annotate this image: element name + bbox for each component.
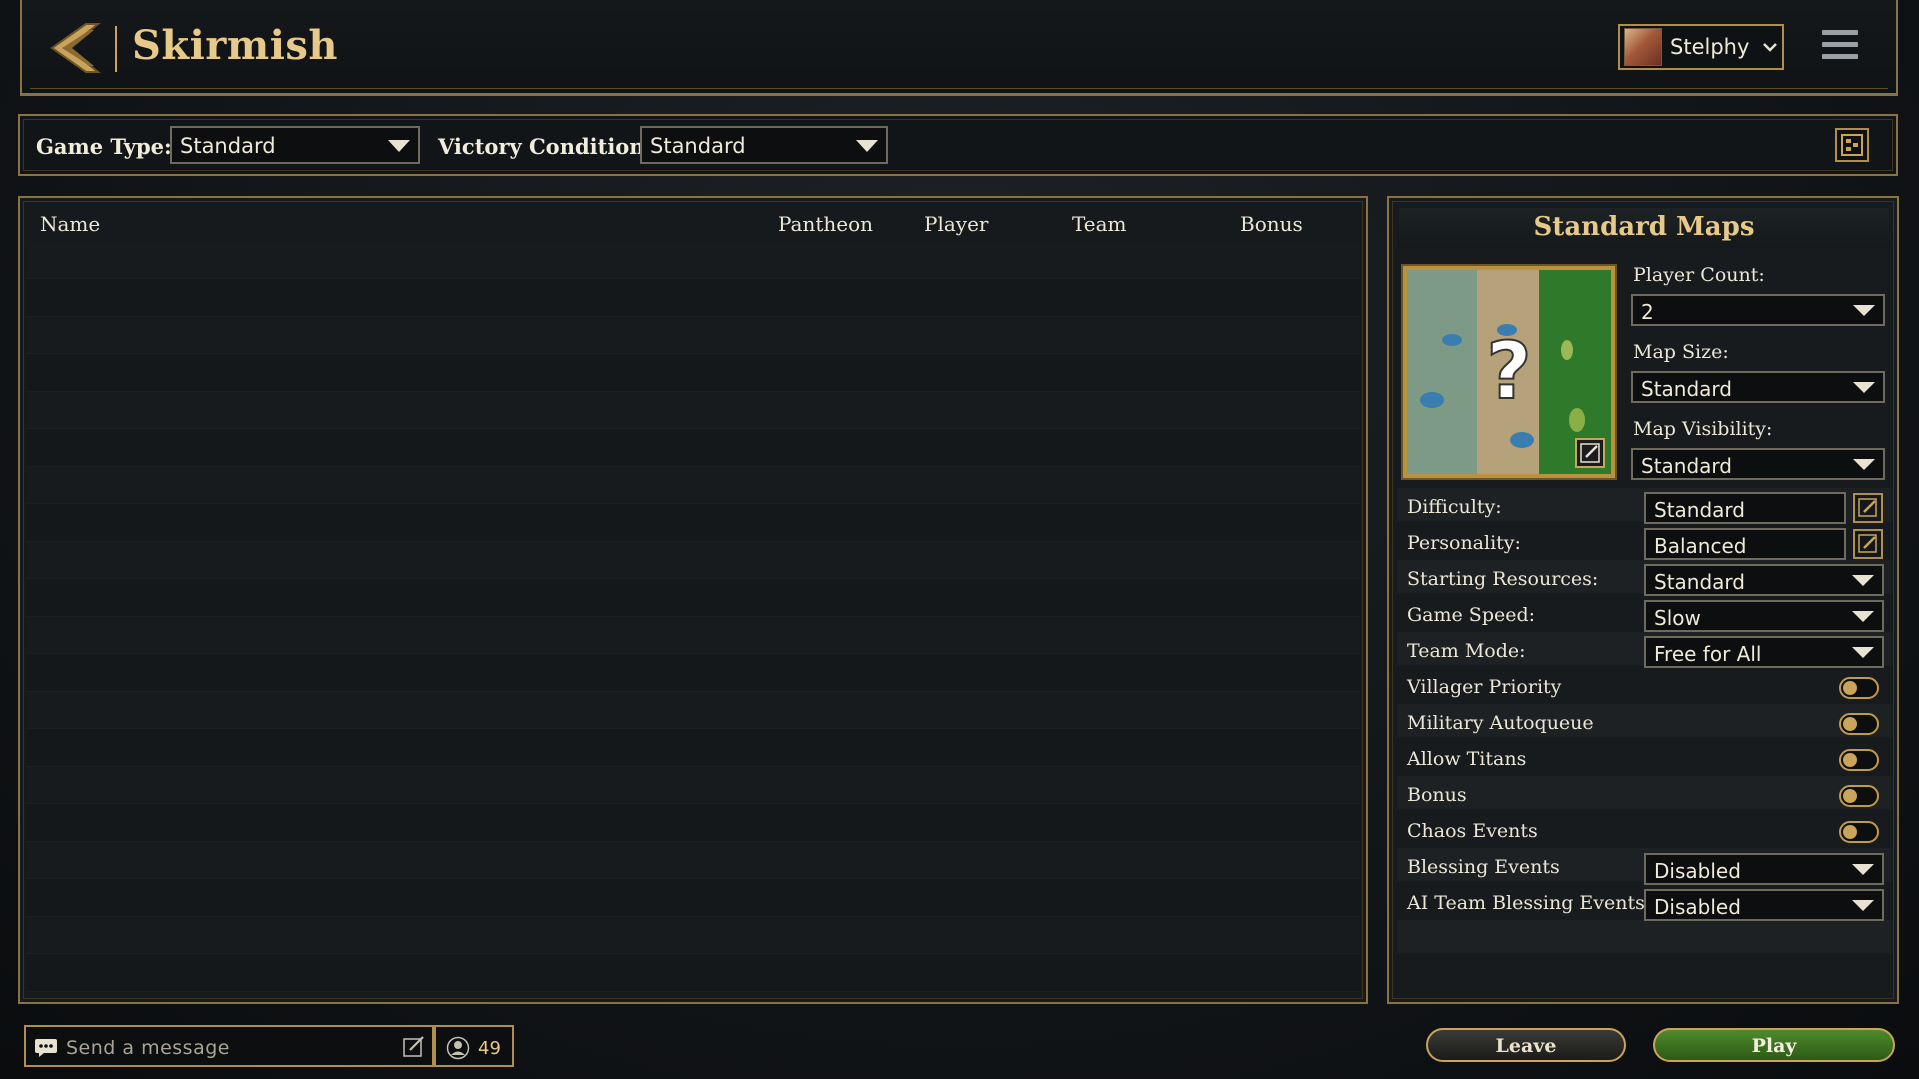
leave-button[interactable]: Leave [1426,1028,1626,1062]
edit-icon [1580,443,1600,463]
ai-team-blessing-events-select[interactable]: Disabled [1644,889,1884,921]
chevron-down-icon [1852,647,1874,658]
play-button[interactable]: Play [1653,1028,1895,1062]
layout-toggle-icon [1841,134,1863,156]
personality-edit-button[interactable] [1853,529,1883,559]
chaos-events-toggle[interactable] [1839,821,1879,843]
hamburger-menu-icon[interactable] [1822,30,1858,64]
column-header-pantheon[interactable]: Pantheon [778,212,873,236]
user-profile-button[interactable]: Stelphy [1618,24,1784,70]
column-header-team[interactable]: Team [1072,212,1127,236]
allow-titans-toggle[interactable] [1839,749,1879,771]
map-visibility-select[interactable]: Standard [1631,448,1885,480]
online-users-button[interactable]: 49 [434,1025,514,1067]
villager-priority-label: Villager Priority [1407,676,1562,698]
starting-resources-select[interactable]: Standard [1644,564,1884,596]
column-header-name[interactable]: Name [40,212,100,236]
column-header-player[interactable]: Player [924,212,988,236]
victory-condition-label: Victory Condition: [438,134,653,159]
chevron-down-icon [1853,459,1875,470]
chevron-down-icon [1852,864,1874,875]
player-count-select[interactable]: 2 [1631,294,1885,326]
map-size-select[interactable]: Standard [1631,371,1885,403]
map-set-title: Standard Maps [1399,208,1889,248]
map-size-value: Standard [1641,377,1732,401]
victory-condition-select[interactable]: Standard [640,126,888,164]
blessing-events-label: Blessing Events [1407,856,1560,878]
page-title: Skirmish [132,22,338,69]
victory-condition-value: Standard [650,134,746,158]
edit-icon [1858,534,1877,553]
chat-bubble-icon [35,1039,57,1057]
villager-priority-toggle[interactable] [1839,677,1879,699]
personality-value: Balanced [1654,534,1747,558]
compose-icon[interactable] [402,1035,426,1059]
difficulty-value: Standard [1654,498,1745,522]
map-visibility-value: Standard [1641,454,1732,478]
settings-panel: Standard Maps ? Player Count: 2 Map Size… [1387,196,1899,1004]
difficulty-edit-button[interactable] [1853,493,1883,523]
user-name: Stelphy [1670,35,1750,59]
game-type-label: Game Type: [36,134,172,159]
player-list-rows [26,242,1360,998]
avatar [1624,28,1662,66]
personality-label: Personality: [1407,532,1521,554]
back-arrow-icon [50,23,101,73]
bonus-label: Bonus [1407,784,1467,806]
layout-toggle-button[interactable] [1835,128,1869,162]
question-mark-icon: ? [1486,327,1531,417]
team-mode-value: Free for All [1654,642,1762,666]
chevron-down-icon [1853,382,1875,393]
game-type-value: Standard [180,134,276,158]
online-count: 49 [478,1038,501,1059]
back-button[interactable] [46,20,108,76]
header-bar: Skirmish Stelphy [20,0,1898,96]
difficulty-label: Difficulty: [1407,496,1502,518]
header-divider [115,26,117,72]
player-count-label: Player Count: [1633,264,1765,286]
row-band [1397,776,1891,809]
ai-team-blessing-events-label: AI Team Blessing Events [1407,892,1645,914]
game-speed-label: Game Speed: [1407,604,1536,626]
edit-icon [1858,498,1877,517]
game-speed-select[interactable]: Slow [1644,600,1884,632]
chaos-events-label: Chaos Events [1407,820,1538,842]
starting-resources-value: Standard [1654,570,1745,594]
military-autoqueue-label: Military Autoqueue [1407,712,1594,734]
personality-field[interactable]: Balanced [1644,528,1846,560]
chevron-down-icon [1763,43,1778,52]
column-header-bonus[interactable]: Bonus [1240,212,1303,236]
chevron-down-icon [1852,611,1874,622]
blessing-events-select[interactable]: Disabled [1644,853,1884,885]
row-band [1397,920,1891,953]
game-speed-value: Slow [1654,606,1701,630]
map-edit-button[interactable] [1575,438,1605,468]
chat-placeholder: Send a message [66,1037,230,1059]
chevron-down-icon [1852,900,1874,911]
player-list-panel: Name Pantheon Player Team Bonus [18,196,1368,1004]
blessing-events-value: Disabled [1654,859,1741,883]
chat-input[interactable]: Send a message [24,1025,434,1067]
ai-team-blessing-events-value: Disabled [1654,895,1741,919]
bonus-toggle[interactable] [1839,785,1879,807]
map-visibility-label: Map Visibility: [1633,418,1773,440]
starting-resources-label: Starting Resources: [1407,568,1599,590]
user-count-icon [446,1036,470,1060]
player-count-value: 2 [1641,300,1654,324]
map-size-label: Map Size: [1633,341,1729,363]
team-mode-label: Team Mode: [1407,640,1526,662]
team-mode-select[interactable]: Free for All [1644,636,1884,668]
chevron-down-icon [388,140,410,152]
map-thumbnail[interactable]: ? [1401,264,1617,480]
chevron-down-icon [1852,575,1874,586]
filter-bar: Game Type: Standard Victory Condition: S… [18,114,1898,176]
game-type-select[interactable]: Standard [170,126,420,164]
chevron-down-icon [856,140,878,152]
chevron-down-icon [1853,305,1875,316]
military-autoqueue-toggle[interactable] [1839,713,1879,735]
difficulty-field[interactable]: Standard [1644,492,1846,524]
allow-titans-label: Allow Titans [1407,748,1527,770]
